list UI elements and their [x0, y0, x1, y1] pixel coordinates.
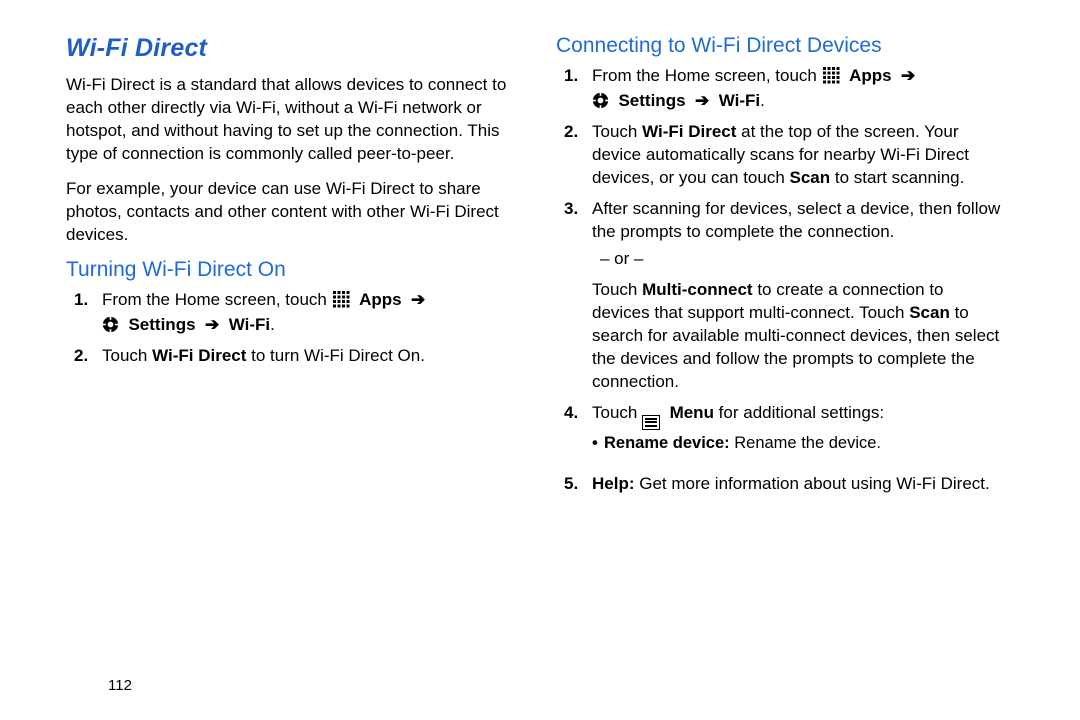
bullet-rename-device: Rename device: Rename the device.: [604, 432, 1004, 458]
step-b1-line2: Settings ➔ Wi-Fi.: [592, 89, 1004, 112]
step-b2: 2. Touch Wi-Fi Direct at the top of the …: [556, 120, 1004, 197]
manual-page: Wi-Fi Direct Wi-Fi Direct is a standard …: [0, 0, 1080, 720]
section-turning-on-heading: Turning Wi-Fi Direct On: [66, 258, 520, 282]
step-b5: 5. Help: Get more information about usin…: [556, 472, 1004, 503]
step-b3: 3. After scanning for devices, select a …: [556, 197, 1004, 401]
settings-gear-icon: [102, 316, 119, 333]
step-b1: 1. From the Home screen, touch Apps ➔ Se…: [556, 64, 1004, 120]
right-column: Connecting to Wi-Fi Direct Devices 1. Fr…: [542, 34, 1018, 720]
page-number: 112: [108, 677, 132, 694]
step-a1-line2: Settings ➔ Wi-Fi.: [102, 313, 520, 336]
step-a1: 1. From the Home screen, touch Apps ➔ Se…: [66, 288, 520, 344]
step-b4-bullets: Rename device: Rename the device.: [592, 432, 1004, 458]
settings-gear-icon: [592, 92, 609, 109]
section-connecting-heading: Connecting to Wi-Fi Direct Devices: [556, 34, 1004, 58]
apps-grid-icon: [822, 66, 840, 84]
left-column: Wi-Fi Direct Wi-Fi Direct is a standard …: [66, 34, 542, 720]
or-divider: – or –: [592, 247, 1004, 270]
menu-icon: [642, 415, 660, 430]
turning-on-steps: 1. From the Home screen, touch Apps ➔ Se…: [66, 288, 520, 375]
apps-grid-icon: [332, 290, 350, 308]
step-a2: 2. Touch Wi-Fi Direct to turn Wi-Fi Dire…: [66, 344, 520, 375]
step-b4: 4. Touch Menu for additional settings: R…: [556, 401, 1004, 472]
intro-paragraph-1: Wi-Fi Direct is a standard that allows d…: [66, 73, 520, 165]
intro-paragraph-2: For example, your device can use Wi-Fi D…: [66, 177, 520, 246]
page-title: Wi-Fi Direct: [66, 34, 520, 63]
connecting-steps: 1. From the Home screen, touch Apps ➔ Se…: [556, 64, 1004, 503]
